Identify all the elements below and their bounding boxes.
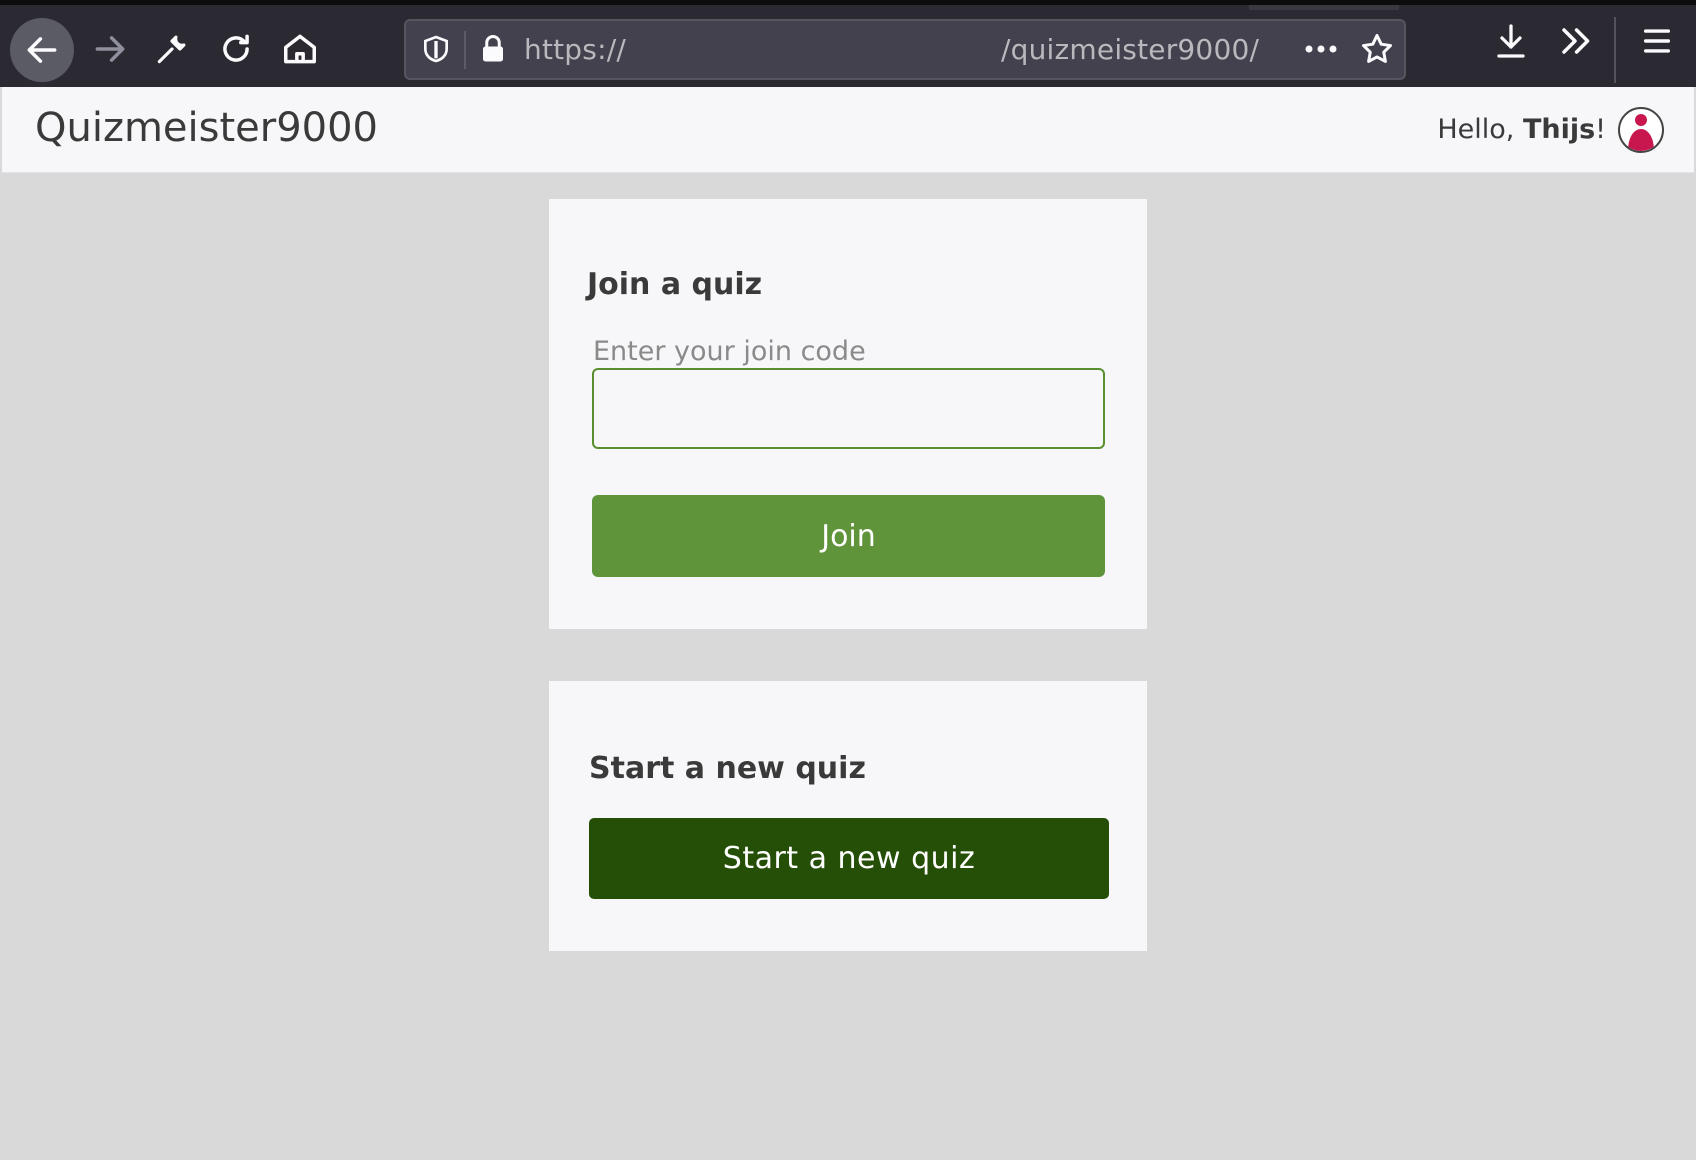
url-path: /quizmeister9000/ bbox=[1001, 33, 1260, 66]
start-new-quiz-button[interactable]: Start a new quiz bbox=[589, 818, 1109, 899]
join-code-input[interactable] bbox=[592, 368, 1105, 449]
reload-icon bbox=[223, 34, 249, 62]
tab-strip-indicator bbox=[1249, 5, 1399, 10]
user-avatar[interactable] bbox=[1618, 107, 1664, 153]
browser-toolbar: https:// /quizmeister9000/ bbox=[0, 0, 1696, 87]
home-button[interactable] bbox=[268, 17, 332, 81]
more-dots-icon[interactable] bbox=[1301, 31, 1341, 67]
user-name: Thijs bbox=[1522, 114, 1596, 145]
shield-icon[interactable] bbox=[420, 33, 452, 65]
toolbar-separator bbox=[1614, 17, 1616, 83]
site-header: Quizmeister9000 Hello, Thijs! bbox=[2, 87, 1694, 173]
forward-arrow-icon bbox=[95, 36, 125, 62]
hamburger-menu-icon[interactable] bbox=[1640, 19, 1674, 63]
join-button[interactable]: Join bbox=[592, 495, 1105, 577]
url-bar[interactable]: https:// /quizmeister9000/ bbox=[404, 19, 1406, 80]
url-scheme: https:// bbox=[524, 33, 626, 66]
avatar-person-icon bbox=[1628, 114, 1654, 151]
user-greeting: Hello, Thijs! bbox=[1437, 114, 1606, 145]
reload-button[interactable] bbox=[204, 17, 268, 81]
start-quiz-title: Start a new quiz bbox=[589, 751, 866, 786]
greeting-prefix: Hello, bbox=[1437, 114, 1523, 145]
home-icon bbox=[284, 34, 316, 64]
star-icon[interactable] bbox=[1359, 31, 1395, 67]
join-quiz-card: Join a quiz Enter your join code Join bbox=[549, 199, 1147, 629]
overflow-chevrons-icon[interactable] bbox=[1556, 19, 1594, 63]
url-divider bbox=[464, 31, 466, 69]
customize-button[interactable] bbox=[140, 17, 204, 81]
join-quiz-title: Join a quiz bbox=[587, 267, 763, 302]
greeting-suffix: ! bbox=[1595, 114, 1606, 145]
wrench-icon bbox=[157, 35, 186, 64]
start-quiz-card: Start a new quiz Start a new quiz bbox=[549, 681, 1147, 951]
site-brand[interactable]: Quizmeister9000 bbox=[35, 105, 378, 151]
join-code-label: Enter your join code bbox=[593, 336, 866, 367]
lock-icon[interactable] bbox=[478, 33, 508, 65]
back-button[interactable] bbox=[10, 18, 74, 82]
forward-button[interactable] bbox=[78, 17, 142, 81]
back-arrow-icon bbox=[27, 37, 57, 63]
download-icon[interactable] bbox=[1493, 19, 1529, 63]
